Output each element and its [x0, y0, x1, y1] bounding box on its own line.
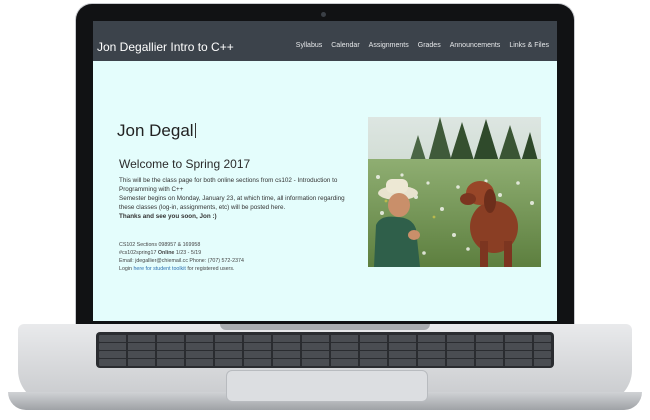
intro-line-1: This will be the class page for both onl…	[119, 177, 338, 193]
key-row	[99, 359, 551, 366]
nav-links-files[interactable]: Links & Files	[509, 42, 549, 49]
email-line: Email: jdegallier@chiemail.cc Phone: (70…	[119, 258, 244, 264]
key-row	[99, 335, 551, 342]
nav-announcements[interactable]: Announcements	[450, 42, 501, 49]
online-label: Online	[157, 250, 175, 256]
page-heading: Jon Degal	[117, 121, 196, 141]
nav-links: Syllabus Calendar Assignments Grades Ann…	[296, 42, 549, 49]
photo-illustration	[368, 117, 541, 267]
intro-line-3: Thanks and see you soon, Jon :)	[119, 213, 217, 220]
nav-calendar[interactable]: Calendar	[331, 42, 359, 49]
student-toolkit-link[interactable]: here for student toolkit	[133, 266, 185, 272]
webcam-icon	[321, 12, 326, 17]
nav-grades[interactable]: Grades	[418, 42, 441, 49]
login-prefix: Login	[119, 266, 134, 272]
trackpad	[226, 370, 428, 402]
text-caret	[194, 123, 196, 138]
welcome-heading: Welcome to Spring 2017	[119, 157, 251, 171]
key-row	[99, 343, 551, 350]
man-with-dog-photo	[368, 117, 541, 267]
site-navbar: Jon Degallier Intro to C++ Syllabus Cale…	[93, 21, 557, 61]
hashtag: #cs102spring17	[119, 250, 157, 256]
laptop-hinge	[220, 324, 430, 330]
nav-assignments[interactable]: Assignments	[369, 42, 409, 49]
nav-syllabus[interactable]: Syllabus	[296, 42, 322, 49]
keyboard	[96, 332, 554, 368]
intro-text: This will be the class page for both onl…	[119, 176, 359, 221]
site-title[interactable]: Jon Degallier Intro to C++	[97, 40, 234, 54]
sections-line: CS102 Sections 098957 & 169958	[119, 242, 201, 248]
online-dates: 1/23 - 5/19	[175, 250, 202, 256]
intro-line-2: Semester begins on Monday, January 23, a…	[119, 195, 345, 211]
key-row	[99, 351, 551, 358]
login-line: Login here for student toolkit for regis…	[119, 265, 359, 273]
browser-screen: Jon Degallier Intro to C++ Syllabus Cale…	[93, 21, 557, 321]
hashtag-line: #cs102spring17 Online 1/23 - 5/19	[119, 249, 359, 257]
course-info: CS102 Sections 098957 & 169958 #cs102spr…	[119, 241, 359, 273]
login-suffix: for registered users.	[185, 266, 235, 272]
heading-text: Jon Degal	[117, 121, 194, 140]
